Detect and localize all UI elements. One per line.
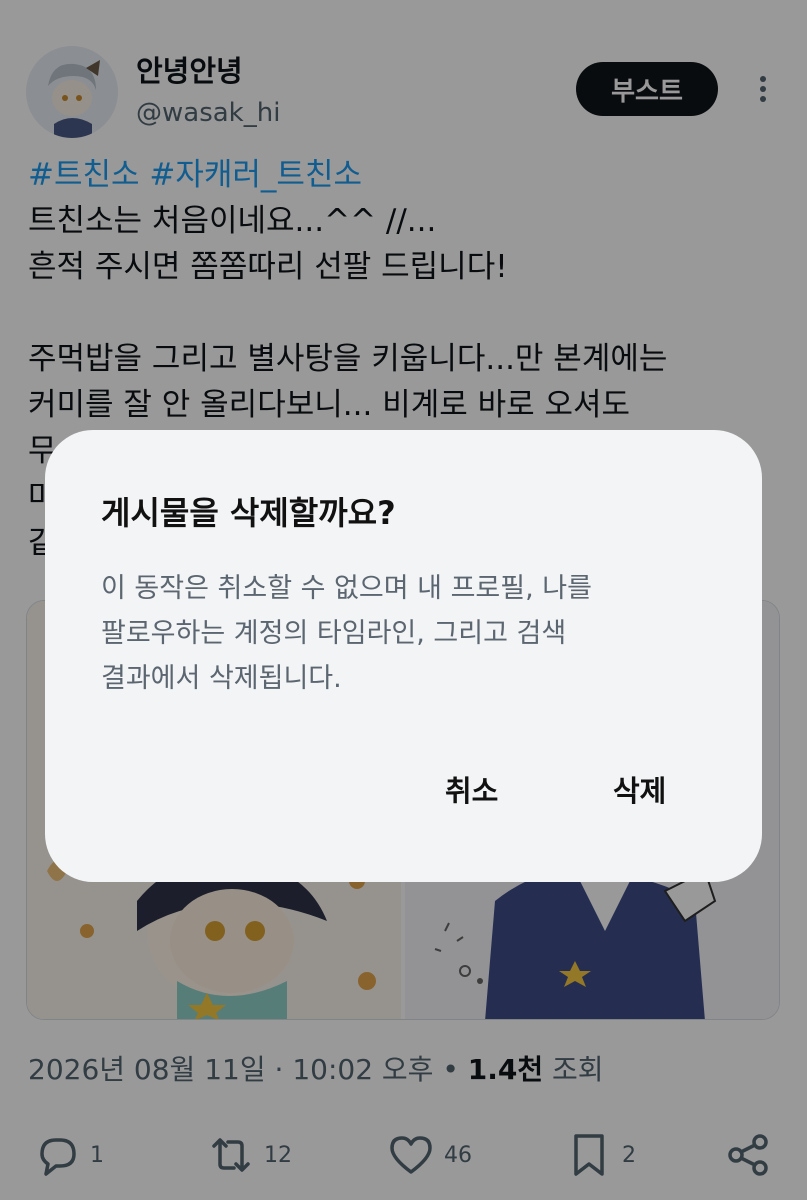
dialog-title: 게시물을 삭제할까요?: [101, 494, 396, 532]
delete-button[interactable]: 삭제: [613, 768, 666, 810]
cancel-button[interactable]: 취소: [445, 768, 498, 810]
dialog-message-line: 팔로우하는 계정의 타임라인, 그리고 검색: [101, 618, 567, 649]
delete-confirm-dialog: 게시물을 삭제할까요? 이 동작은 취소할 수 없으며 내 프로필, 나를 팔로…: [45, 430, 762, 882]
dialog-message: 이 동작은 취소할 수 없으며 내 프로필, 나를 팔로우하는 계정의 타임라인…: [101, 566, 721, 701]
dialog-message-line: 결과에서 삭제됩니다.: [101, 663, 342, 694]
dialog-message-line: 이 동작은 취소할 수 없으며 내 프로필, 나를: [101, 573, 592, 604]
